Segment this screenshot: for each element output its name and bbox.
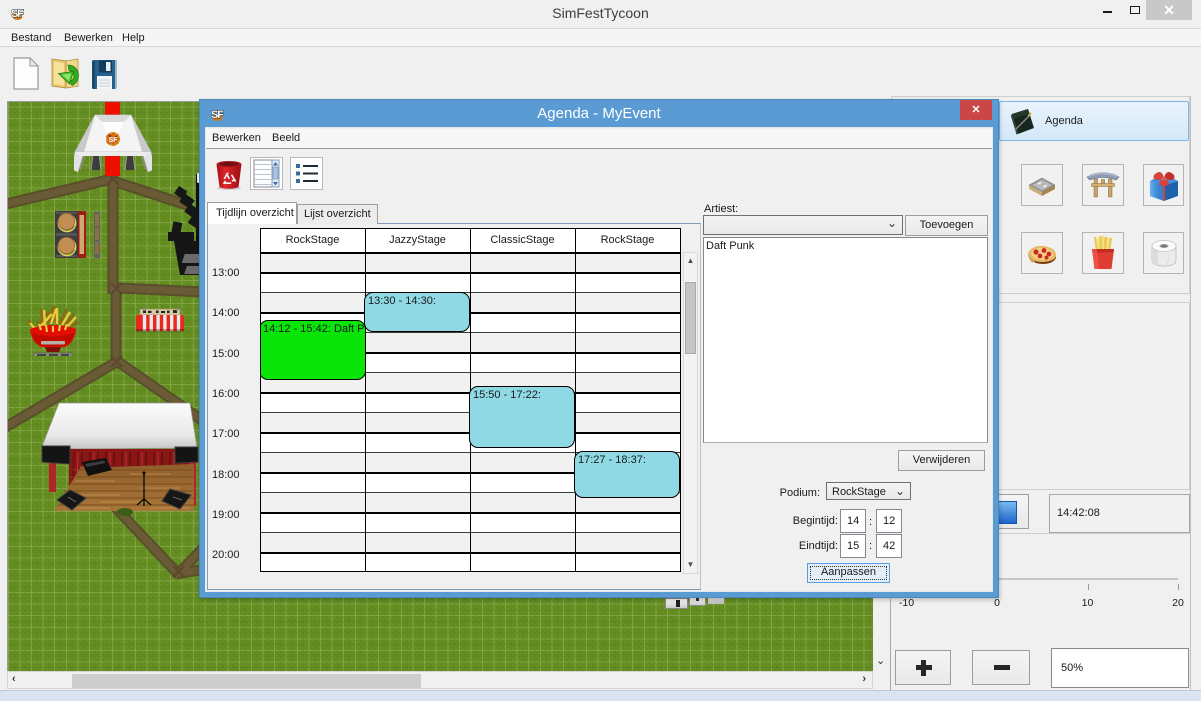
svg-text:SF: SF — [109, 137, 119, 144]
